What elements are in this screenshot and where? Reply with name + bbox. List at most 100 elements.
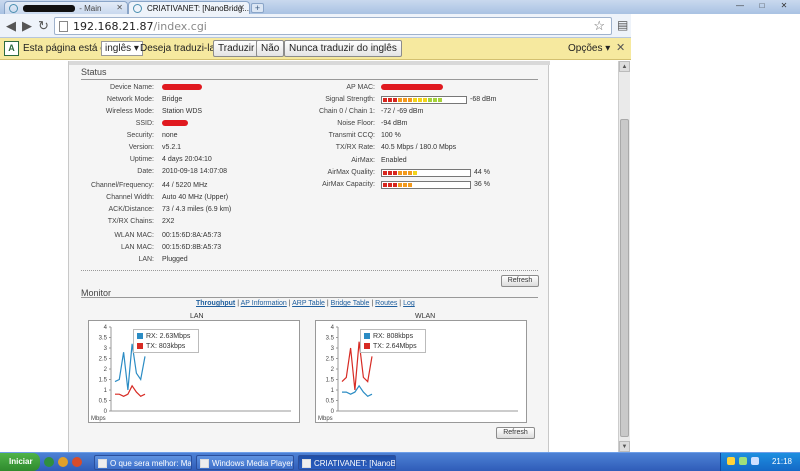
language-select[interactable]: inglês ▾	[101, 41, 143, 56]
browser-tab-main[interactable]: - Main ✕	[4, 1, 128, 14]
airmax-quality-value: 44 %	[474, 169, 490, 176]
series-line	[115, 384, 146, 398]
meter-segment	[408, 183, 412, 187]
channel-frequency-value: 44 / 5220 MHz	[162, 182, 208, 189]
chain-value: -72 / -69 dBm	[381, 108, 424, 115]
quicklaunch-icon[interactable]	[44, 457, 54, 467]
y-tick-label: 3.5	[326, 336, 335, 342]
legend-swatch	[364, 333, 370, 340]
windows-taskbar: Iniciar O que sera melhor: Man... Window…	[0, 452, 800, 471]
series-line	[342, 384, 373, 398]
never-translate-button[interactable]: Nunca traduzir do inglês	[284, 40, 402, 57]
header-strip	[69, 61, 550, 65]
version-value: v5.2.1	[162, 144, 182, 151]
vertical-scrollbar[interactable]: ▲ ▼	[618, 61, 630, 452]
airos-main-panel: Status Device Name: Network Mode: Bridge…	[68, 61, 550, 452]
system-tray: 21:18	[720, 453, 800, 471]
reload-icon[interactable]: ↻	[38, 18, 49, 34]
bridge-table-link[interactable]: Bridge Table	[331, 300, 370, 307]
ap-mac-label: AP MAC:	[346, 84, 375, 91]
channel-width-value: Auto 40 MHz (Upper)	[162, 194, 229, 201]
start-button[interactable]: Iniciar	[0, 453, 40, 471]
signal-strength-meter	[381, 96, 467, 104]
tab-strip: - Main ✕ CRIATIVANET: [NanoBridg... ✕ + …	[0, 0, 800, 14]
airmax-value: Enabled	[381, 157, 407, 164]
meter-segment	[403, 183, 407, 187]
page-menu-icon[interactable]: ▤	[617, 18, 628, 32]
bookmark-star-icon[interactable]: ☆	[593, 18, 605, 34]
ap-mac-value	[381, 84, 443, 91]
lan-value: Plugged	[162, 256, 188, 263]
translate-button[interactable]: Traduzir	[213, 40, 260, 57]
meter-segment	[413, 98, 417, 102]
lan-chart-legend: RX: 2.63Mbps TX: 803kbps	[133, 329, 199, 353]
arp-table-link[interactable]: ARP Table	[292, 300, 325, 307]
taskbar-task[interactable]: O que sera melhor: Man...	[94, 455, 192, 470]
lan-throughput-chart: 4 3.5 3 2.5 2 1.5 1 0.5 0 Mbps RX: 2.63Mbps TX: 8…	[88, 320, 300, 423]
new-tab-button[interactable]: +	[251, 3, 264, 13]
meter-segment	[398, 183, 402, 187]
monitor-links: Throughput | AP Information | ARP Table …	[196, 300, 415, 307]
maximize-button[interactable]: □	[752, 0, 772, 12]
meter-segment	[433, 98, 437, 102]
wlan-throughput-chart: 4 3.5 3 2.5 2 1.5 1 0.5 0 Mbps RX: 808kbps TX: 2.…	[315, 320, 527, 423]
close-infobar-icon[interactable]: ✕	[616, 41, 625, 54]
ap-information-link[interactable]: AP Information	[241, 300, 287, 307]
blank-area	[631, 14, 800, 452]
airmax-capacity-meter	[381, 181, 471, 189]
forward-arrow-icon[interactable]: ▶	[22, 18, 32, 34]
log-link[interactable]: Log	[403, 300, 415, 307]
close-tab-icon[interactable]: ✕	[116, 3, 123, 12]
meter-segment	[388, 98, 392, 102]
status-rule	[81, 79, 538, 80]
scroll-down-icon[interactable]: ▼	[619, 441, 630, 452]
no-button[interactable]: Não	[256, 40, 285, 57]
meter-segment	[403, 171, 407, 175]
quicklaunch-icon[interactable]	[58, 457, 68, 467]
wireless-mode-value: Station WDS	[162, 108, 203, 115]
tray-icon[interactable]	[727, 457, 735, 465]
scroll-up-icon[interactable]: ▲	[619, 61, 630, 72]
minimize-button[interactable]: —	[730, 0, 750, 12]
y-tick-label: 0.5	[99, 399, 108, 405]
tab-favicon-icon	[133, 4, 142, 13]
monitor-rule	[81, 297, 538, 298]
throughput-link[interactable]: Throughput	[196, 300, 235, 307]
channel-width-label: Channel Width:	[106, 194, 154, 201]
browser-tab-criativanet[interactable]: CRIATIVANET: [NanoBridg... ✕	[128, 1, 250, 14]
meter-segment	[383, 98, 387, 102]
monitor-refresh-button[interactable]: Refresh	[496, 427, 535, 439]
legend-item: RX: 2.63Mbps	[137, 333, 190, 340]
options-menu[interactable]: Opções ▾	[568, 43, 610, 54]
legend-swatch	[137, 333, 143, 340]
page-viewport: Status Device Name: Network Mode: Bridge…	[0, 61, 618, 452]
date-label: Date:	[137, 168, 154, 175]
tray-icon[interactable]	[751, 457, 759, 465]
meter-segment	[383, 183, 387, 187]
meter-segment	[418, 98, 422, 102]
ssid-label: SSID:	[135, 120, 154, 127]
status-refresh-button[interactable]: Refresh	[501, 275, 539, 287]
y-tick-label: 0	[331, 409, 335, 415]
transmit-ccq-value: 100 %	[381, 132, 401, 139]
quicklaunch-icon[interactable]	[72, 457, 82, 467]
address-bar[interactable]: 192.168.21.87/index.cgi ☆	[54, 17, 612, 35]
legend-swatch	[137, 343, 143, 350]
close-tab-icon[interactable]: ✕	[238, 3, 245, 12]
close-window-button[interactable]: ✕	[774, 0, 794, 12]
task-icon	[302, 459, 311, 468]
legend-item: TX: 803kbps	[137, 343, 185, 350]
scrollbar-thumb[interactable]	[620, 119, 629, 437]
back-arrow-icon[interactable]: ◀	[6, 18, 16, 34]
clock: 21:18	[771, 457, 792, 466]
translate-icon: A	[4, 41, 19, 56]
routes-link[interactable]: Routes	[375, 300, 397, 307]
y-tick-label: 1.5	[99, 378, 108, 384]
taskbar-task-active[interactable]: CRIATIVANET: [NanoB...	[298, 455, 396, 470]
tab-label: - Main	[79, 4, 102, 13]
y-axis-label: Mbps	[318, 416, 333, 422]
meter-segment	[393, 183, 397, 187]
taskbar-task[interactable]: Windows Media Player	[196, 455, 294, 470]
tray-icon[interactable]	[739, 457, 747, 465]
version-label: Version:	[128, 144, 154, 151]
